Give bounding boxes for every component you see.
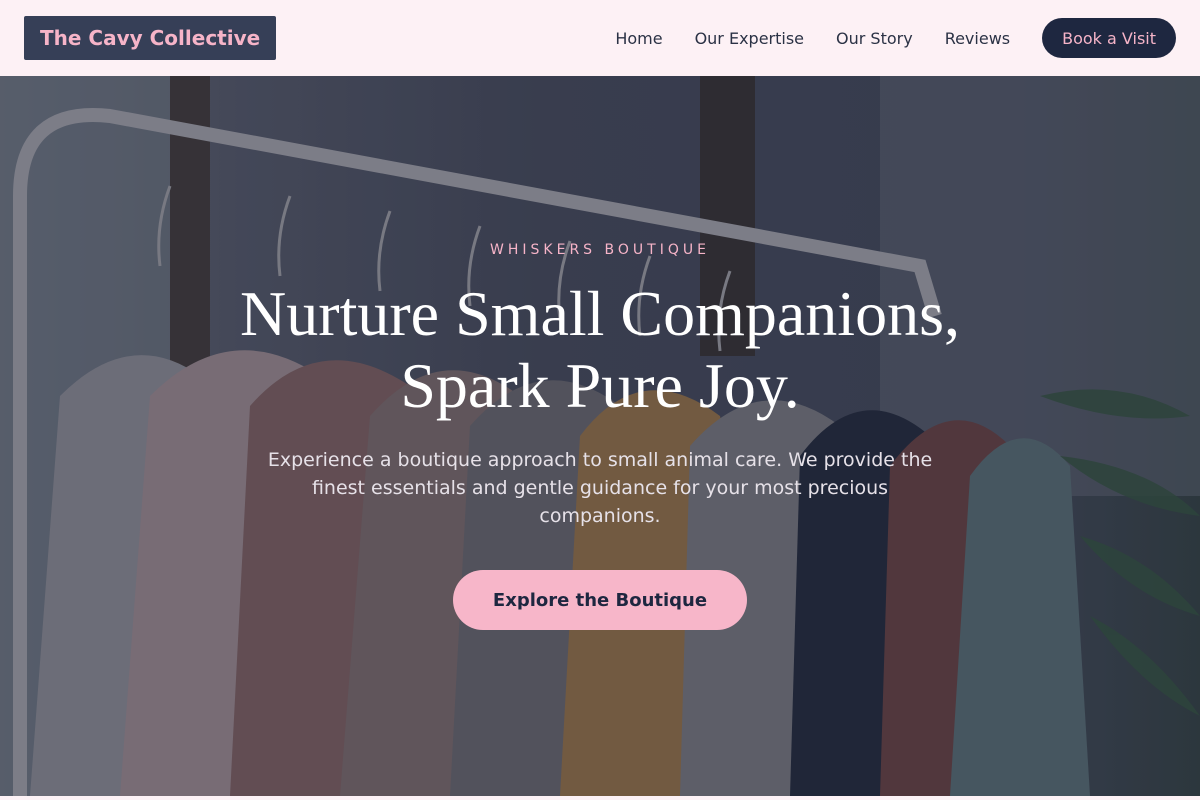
- brand-logo[interactable]: The Cavy Collective: [24, 16, 277, 60]
- hero-section: WHISKERS BOUTIQUE Nurture Small Companio…: [0, 76, 1200, 796]
- explore-boutique-button[interactable]: Explore the Boutique: [453, 570, 747, 630]
- nav-link-reviews[interactable]: Reviews: [945, 29, 1010, 48]
- nav-link-our-expertise[interactable]: Our Expertise: [695, 29, 804, 48]
- hero-headline: Nurture Small Companions, Spark Pure Joy…: [150, 278, 1050, 422]
- book-visit-button[interactable]: Book a Visit: [1042, 18, 1176, 58]
- headline-line-1: Nurture Small Companions,: [240, 278, 960, 349]
- main-nav: Home Our Expertise Our Story Reviews Boo…: [615, 18, 1176, 58]
- hero-eyebrow: WHISKERS BOUTIQUE: [490, 242, 710, 258]
- nav-link-home[interactable]: Home: [615, 29, 662, 48]
- hero-subtext: Experience a boutique approach to small …: [267, 449, 933, 527]
- site-header: The Cavy Collective Home Our Expertise O…: [0, 0, 1200, 76]
- headline-line-2: Spark Pure Joy.: [400, 350, 800, 421]
- hero-content: WHISKERS BOUTIQUE Nurture Small Companio…: [0, 76, 1200, 796]
- nav-link-our-story[interactable]: Our Story: [836, 29, 913, 48]
